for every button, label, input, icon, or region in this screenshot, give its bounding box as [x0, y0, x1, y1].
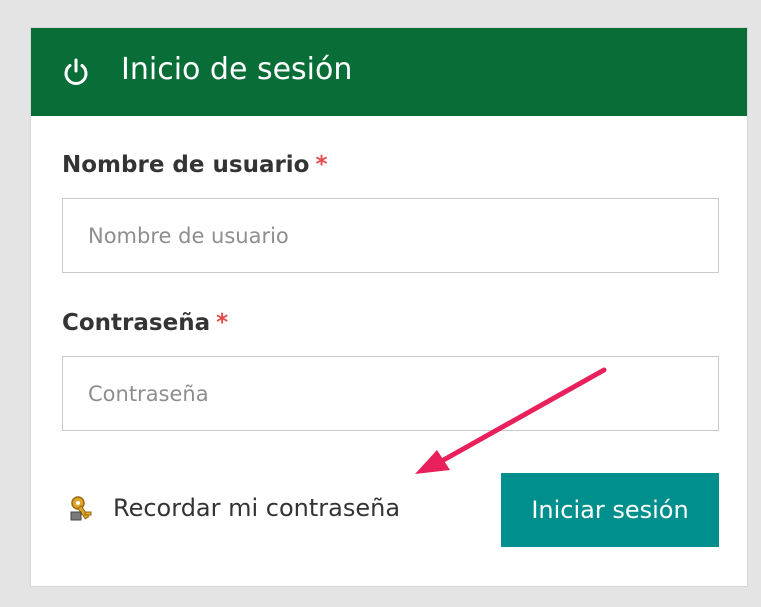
power-icon	[64, 58, 88, 85]
key-icon	[70, 496, 92, 521]
username-input[interactable]	[62, 198, 719, 273]
login-panel: Inicio de sesión Nombre de usuario* Cont…	[30, 27, 748, 587]
remember-password-link[interactable]: Recordar mi contraseña	[69, 488, 400, 528]
username-label: Nombre de usuario *	[62, 152, 328, 178]
username-label-text: Nombre de usuario	[62, 152, 310, 178]
login-button[interactable]: Iniciar sesión	[501, 473, 719, 547]
page-title: Inicio de sesión	[121, 52, 353, 87]
required-marker: *	[315, 152, 328, 178]
password-input[interactable]	[62, 356, 719, 431]
required-marker: *	[216, 310, 229, 336]
remember-password-text: Recordar mi contraseña	[113, 494, 401, 522]
password-label-text: Contraseña	[62, 310, 211, 336]
password-label: Contraseña *	[62, 310, 228, 336]
login-header: Inicio de sesión	[31, 28, 747, 116]
